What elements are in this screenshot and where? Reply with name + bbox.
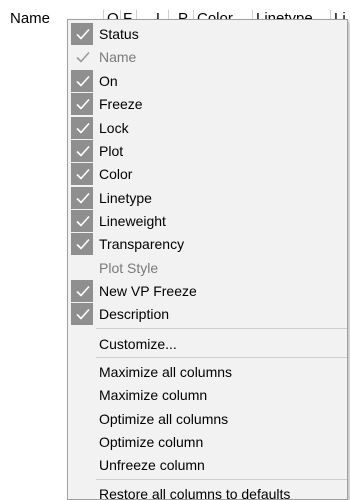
layer-manager-area: Name O F L P Color Linetype Li Status Na… bbox=[0, 0, 350, 500]
menu-item-label: Status bbox=[99, 26, 139, 42]
menu-item-freeze[interactable]: Freeze bbox=[68, 92, 347, 115]
menu-item-label: On bbox=[99, 73, 118, 89]
menu-separator bbox=[96, 328, 347, 329]
menu-item-transparency[interactable]: Transparency bbox=[68, 232, 347, 255]
menu-item-label: Name bbox=[99, 49, 137, 65]
menu-item-label: Description bbox=[99, 306, 170, 322]
checkmark-icon bbox=[71, 163, 93, 185]
menu-item-customize[interactable]: Customize... bbox=[68, 332, 347, 355]
checkmark-icon bbox=[71, 93, 93, 115]
menu-item-label: Plot Style bbox=[99, 260, 159, 276]
menu-item-label: Restore all columns to defaults bbox=[99, 486, 291, 500]
menu-item-label: Color bbox=[99, 166, 133, 182]
menu-item-label: Linetype bbox=[99, 190, 152, 206]
checkmark-icon bbox=[71, 140, 93, 162]
menu-item-label: Maximize column bbox=[99, 387, 208, 403]
menu-item-label: Lineweight bbox=[99, 213, 166, 229]
checkmark-icon bbox=[76, 51, 90, 63]
menu-item-label: Optimize all columns bbox=[99, 411, 229, 427]
menu-item-restore-defaults[interactable]: Restore all columns to defaults bbox=[68, 482, 347, 500]
menu-item-plot[interactable]: Plot bbox=[68, 139, 347, 162]
checkmark-icon bbox=[71, 210, 93, 232]
menu-item-label: Lock bbox=[99, 120, 129, 136]
menu-item-optimize-column[interactable]: Optimize column bbox=[68, 430, 347, 453]
menu-item-label: New VP Freeze bbox=[99, 283, 197, 299]
menu-item-label: Unfreeze column bbox=[99, 457, 205, 473]
column-context-menu: Status Name On Freeze Lock Plot Color Li… bbox=[67, 19, 348, 500]
menu-item-maximize-column[interactable]: Maximize column bbox=[68, 383, 347, 406]
menu-item-name: Name bbox=[68, 45, 347, 68]
menu-item-unfreeze-column[interactable]: Unfreeze column bbox=[68, 453, 347, 476]
menu-item-label: Optimize column bbox=[99, 434, 204, 450]
checkmark-icon bbox=[71, 280, 93, 302]
menu-item-description[interactable]: Description bbox=[68, 302, 347, 325]
menu-separator bbox=[96, 479, 347, 480]
menu-separator bbox=[96, 357, 347, 358]
menu-item-label: Plot bbox=[99, 143, 124, 159]
menu-item-optimize-all-columns[interactable]: Optimize all columns bbox=[68, 407, 347, 430]
checkmark-icon bbox=[71, 303, 93, 325]
menu-item-color[interactable]: Color bbox=[68, 162, 347, 185]
checkmark-icon bbox=[71, 117, 93, 139]
menu-item-on[interactable]: On bbox=[68, 69, 347, 92]
column-header-name[interactable]: Name bbox=[10, 10, 65, 28]
menu-item-new-vp-freeze[interactable]: New VP Freeze bbox=[68, 279, 347, 302]
menu-item-label: Customize... bbox=[99, 336, 177, 352]
menu-item-lineweight[interactable]: Lineweight bbox=[68, 209, 347, 232]
checkmark-icon bbox=[71, 70, 93, 92]
menu-item-label: Transparency bbox=[99, 236, 185, 252]
checkmark-icon bbox=[71, 233, 93, 255]
checkmark-icon bbox=[71, 23, 93, 45]
menu-item-status[interactable]: Status bbox=[68, 22, 347, 45]
menu-item-label: Maximize all columns bbox=[99, 364, 233, 380]
menu-item-lock[interactable]: Lock bbox=[68, 116, 347, 139]
checkmark-icon bbox=[71, 187, 93, 209]
menu-item-linetype[interactable]: Linetype bbox=[68, 186, 347, 209]
menu-item-plot-style: Plot Style bbox=[68, 256, 347, 279]
menu-item-label: Freeze bbox=[99, 96, 143, 112]
menu-item-maximize-all-columns[interactable]: Maximize all columns bbox=[68, 360, 347, 383]
